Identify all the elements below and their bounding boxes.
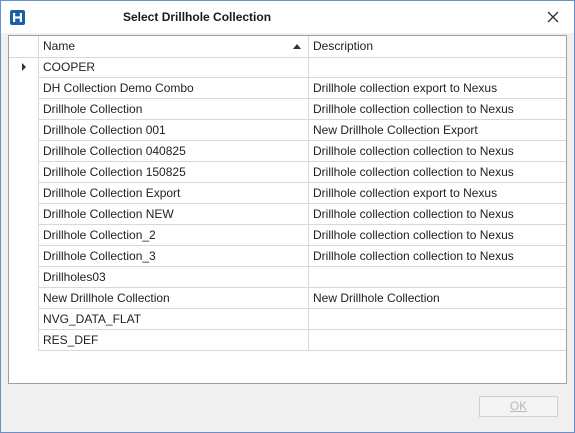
name-cell[interactable]: Drillhole Collection_2: [39, 225, 309, 246]
description-cell[interactable]: New Drillhole Collection Export: [309, 120, 566, 141]
table-row[interactable]: Drillhole Collection 001 New Drillhole Co…: [9, 120, 566, 141]
table-row[interactable]: Drillhole Collection_3 Drillhole collecti…: [9, 246, 566, 267]
name-cell[interactable]: Drillholes03: [39, 267, 309, 288]
description-cell[interactable]: Drillhole collection export to Nexus: [309, 78, 566, 99]
description-cell[interactable]: Drillhole collection export to Nexus: [309, 183, 566, 204]
app-logo-icon: [10, 10, 25, 25]
title-bar: Select Drillhole Collection: [1, 1, 574, 33]
name-cell[interactable]: RES_DEF: [39, 330, 309, 351]
description-cell[interactable]: New Drillhole Collection: [309, 288, 566, 309]
table-row[interactable]: DH Collection Demo Combo Drillhole collec…: [9, 78, 566, 99]
row-header-corner: [9, 36, 39, 57]
close-icon: [547, 11, 559, 23]
description-cell[interactable]: [309, 57, 566, 78]
sort-ascending-icon: [293, 44, 301, 49]
description-cell[interactable]: Drillhole collection collection to Nexus: [309, 225, 566, 246]
column-header-description[interactable]: Description: [309, 36, 566, 57]
current-row-indicator-icon: [22, 63, 26, 71]
name-cell[interactable]: Drillhole Collection 001: [39, 120, 309, 141]
description-cell[interactable]: Drillhole collection collection to Nexus: [309, 99, 566, 120]
dialog-window: Select Drillhole Collection Name Descrip…: [0, 0, 575, 433]
row-header-cell[interactable]: [9, 162, 39, 183]
table-row[interactable]: NVG_DATA_FLAT: [9, 309, 566, 330]
table-row[interactable]: Drillhole Collection 150825 Drillhole col…: [9, 162, 566, 183]
description-cell[interactable]: Drillhole collection collection to Nexus: [309, 246, 566, 267]
table-row[interactable]: New Drillhole Collection New Drillhole Co…: [9, 288, 566, 309]
name-cell[interactable]: Drillhole Collection 040825: [39, 141, 309, 162]
description-cell[interactable]: Drillhole collection collection to Nexus: [309, 162, 566, 183]
table-row[interactable]: Drillhole Collection_2 Drillhole collecti…: [9, 225, 566, 246]
name-cell[interactable]: DH Collection Demo Combo: [39, 78, 309, 99]
row-header-cell[interactable]: [9, 204, 39, 225]
close-button[interactable]: [542, 7, 564, 27]
name-cell[interactable]: COOPER: [39, 57, 309, 78]
row-header-cell[interactable]: [9, 120, 39, 141]
table-row[interactable]: Drillhole Collection 040825 Drillhole col…: [9, 141, 566, 162]
name-cell[interactable]: Drillhole Collection 150825: [39, 162, 309, 183]
row-header-cell[interactable]: [9, 78, 39, 99]
row-header-cell[interactable]: [9, 267, 39, 288]
column-header-name[interactable]: Name: [39, 36, 309, 57]
description-cell[interactable]: Drillhole collection collection to Nexus: [309, 204, 566, 225]
description-cell[interactable]: Drillhole collection collection to Nexus: [309, 141, 566, 162]
column-header-name-label: Name: [43, 39, 76, 53]
name-cell[interactable]: Drillhole Collection: [39, 99, 309, 120]
column-header-description-label: Description: [313, 39, 374, 53]
name-cell[interactable]: New Drillhole Collection: [39, 288, 309, 309]
row-header-cell[interactable]: [9, 330, 39, 351]
description-cell[interactable]: [309, 330, 566, 351]
row-header-cell[interactable]: [9, 246, 39, 267]
ok-button[interactable]: OK: [479, 396, 558, 417]
description-cell[interactable]: [309, 309, 566, 330]
grid-header: Name Description: [9, 36, 566, 58]
dialog-title: Select Drillhole Collection: [123, 10, 272, 24]
description-cell[interactable]: [309, 267, 566, 288]
table-row[interactable]: Drillhole Collection NEW Drillhole collec…: [9, 204, 566, 225]
table-row[interactable]: COOPER: [9, 57, 566, 78]
name-cell[interactable]: Drillhole Collection Export: [39, 183, 309, 204]
row-header-cell[interactable]: [9, 225, 39, 246]
name-cell[interactable]: Drillhole Collection_3: [39, 246, 309, 267]
row-header-cell[interactable]: [9, 141, 39, 162]
table-row[interactable]: Drillhole Collection Export Drillhole col…: [9, 183, 566, 204]
row-header-cell[interactable]: [9, 183, 39, 204]
collection-grid[interactable]: Name Description COOPER DH Collection Dem…: [8, 35, 567, 384]
row-header-cell[interactable]: [9, 288, 39, 309]
row-header-cell[interactable]: [9, 57, 39, 78]
table-row[interactable]: RES_DEF: [9, 330, 566, 351]
table-row[interactable]: Drillhole Collection Drillhole collection…: [9, 99, 566, 120]
table-row[interactable]: Drillholes03: [9, 267, 566, 288]
row-header-cell[interactable]: [9, 99, 39, 120]
row-header-cell[interactable]: [9, 309, 39, 330]
name-cell[interactable]: Drillhole Collection NEW: [39, 204, 309, 225]
name-cell[interactable]: NVG_DATA_FLAT: [39, 309, 309, 330]
